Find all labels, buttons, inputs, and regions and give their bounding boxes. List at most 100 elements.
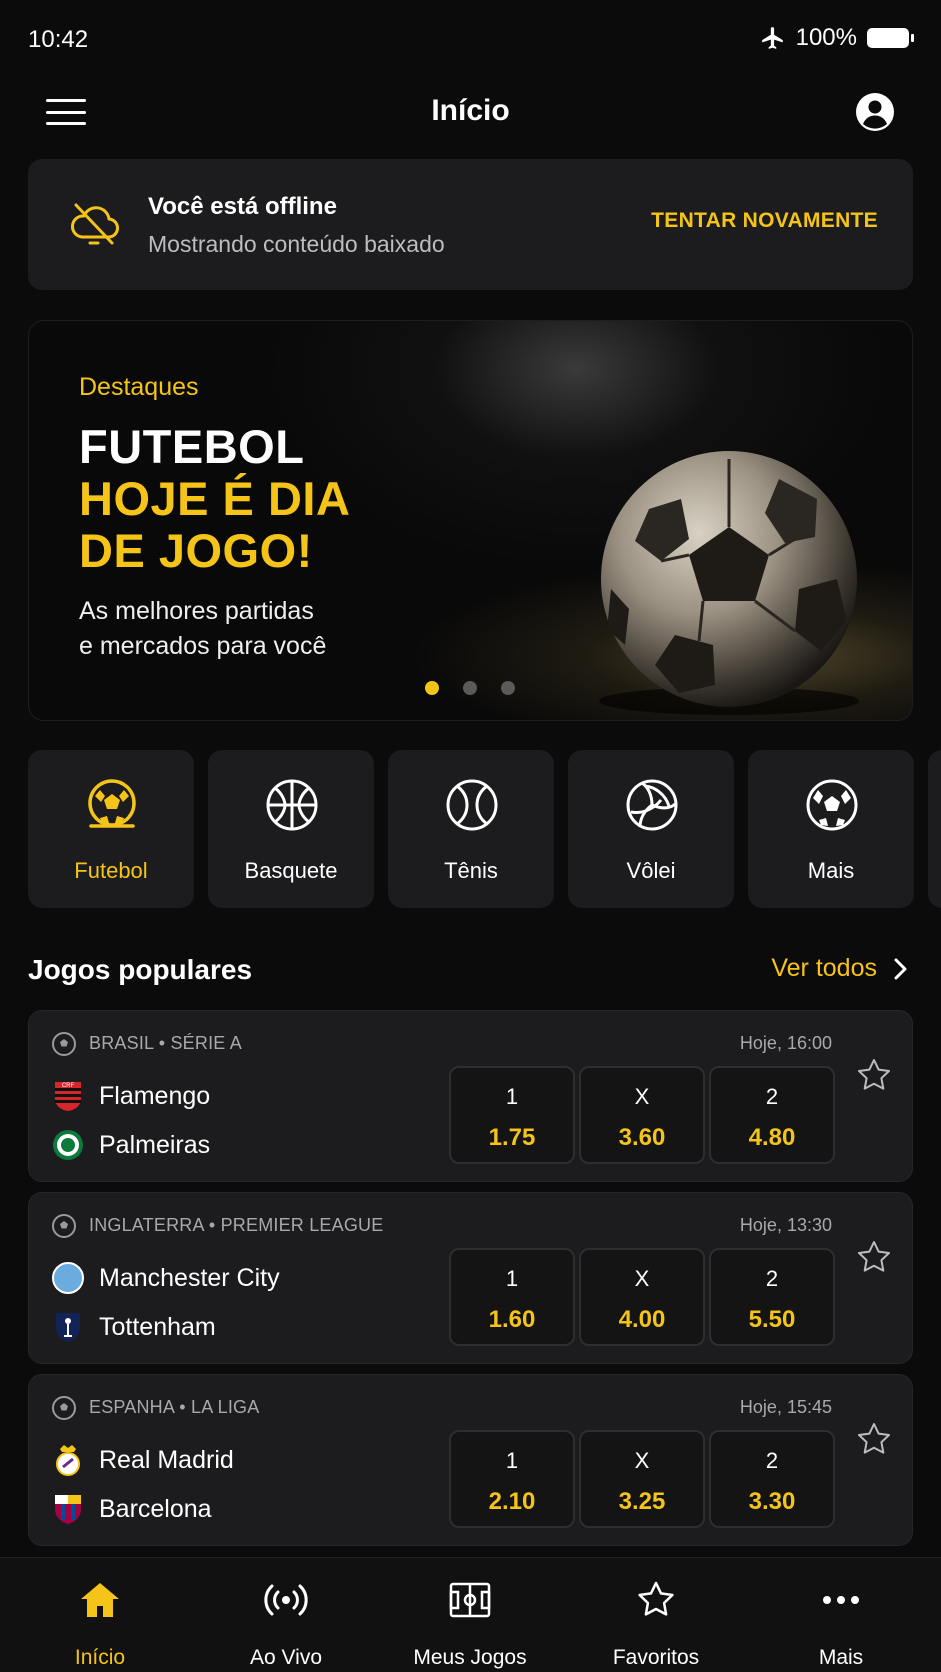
svg-text:CRF: CRF (62, 1083, 75, 1089)
hero-subtitle-line2: e mercados para você (79, 632, 327, 660)
odd-value: 3.30 (748, 1488, 796, 1515)
sport-categories: Futebol Basquete Tênis Vôlei Mais (28, 750, 941, 909)
sport-tenis[interactable]: Tênis (388, 750, 554, 908)
odd-button-away[interactable]: 2 3.30 (709, 1430, 835, 1528)
barcelona-crest-icon (55, 1495, 81, 1524)
manchester-city-crest-icon (52, 1262, 84, 1294)
offline-title: Você está offline (148, 193, 337, 220)
odd-value: 1.75 (488, 1124, 536, 1151)
battery-percent: 100% (795, 24, 857, 51)
sport-volei[interactable]: Vôlei (568, 750, 734, 908)
match-time: Hoje, 13:30 (739, 1215, 832, 1235)
nav-favoritos[interactable]: Favoritos (562, 1558, 750, 1672)
team-name: Tottenham (99, 1312, 216, 1341)
sport-label: Basquete (244, 858, 338, 883)
nav-label: Meus Jogos (413, 1646, 527, 1669)
soccer-league-icon (52, 1214, 76, 1238)
odd-button-away[interactable]: 2 4.80 (709, 1066, 835, 1164)
odd-value: 1.60 (488, 1306, 536, 1333)
team-name: Palmeiras (99, 1130, 211, 1159)
sport-mais[interactable]: Mais (748, 750, 914, 908)
odds-group: 1 2.10 X 3.25 2 3.30 (449, 1430, 835, 1528)
tottenham-crest-icon (56, 1313, 80, 1342)
star-favorite-icon[interactable] (856, 1057, 892, 1093)
sport-label: Mais (807, 858, 855, 883)
match-time: Hoje, 16:00 (739, 1033, 832, 1053)
status-bar: 10:42 100% (0, 0, 941, 80)
profile-icon[interactable] (855, 92, 895, 132)
odd-button-home[interactable]: 1 2.10 (449, 1430, 575, 1528)
nav-meus-jogos[interactable]: Meus Jogos (376, 1558, 564, 1672)
home-team: Manchester City (51, 1261, 280, 1295)
sport-futebol[interactable]: Futebol (28, 750, 194, 908)
status-time: 10:42 (28, 26, 89, 53)
bottom-nav: Início Ao Vivo Meus Jogos Favoritos Mais (0, 1557, 941, 1672)
odd-button-draw[interactable]: X 3.60 (579, 1066, 705, 1164)
hero-title-line3: DE JOGO! (79, 524, 313, 577)
odd-button-home[interactable]: 1 1.75 (449, 1066, 575, 1164)
nav-label: Início (74, 1646, 126, 1669)
away-team: Tottenham (51, 1310, 216, 1344)
carousel-dot[interactable] (425, 681, 439, 695)
match-card[interactable]: ESPANHA • LA LIGA Hoje, 15:45 Real Madri… (28, 1374, 913, 1546)
top-nav: Início (0, 80, 941, 144)
odd-button-draw[interactable]: X 3.25 (579, 1430, 705, 1528)
odd-label: 1 (505, 1084, 519, 1109)
basketball-icon (266, 779, 318, 831)
more-sports-icon (806, 779, 858, 831)
offline-subtitle: Mostrando conteúdo baixado (148, 231, 445, 257)
team-name: Real Madrid (99, 1445, 234, 1474)
odd-value: 3.60 (618, 1124, 666, 1151)
carousel-dots (425, 681, 515, 695)
see-all-link[interactable]: Ver todos (771, 954, 907, 983)
star-favorite-icon[interactable] (856, 1239, 892, 1275)
retry-button[interactable]: TENTAR NOVAMENTE (651, 209, 878, 233)
odd-button-away[interactable]: 2 5.50 (709, 1248, 835, 1346)
carousel-dot[interactable] (463, 681, 477, 695)
match-card[interactable]: BRASIL • SÉRIE A Hoje, 16:00 CRF Flameng… (28, 1010, 913, 1182)
odd-label: 2 (765, 1448, 779, 1473)
sport-basquete[interactable]: Basquete (208, 750, 374, 908)
hero-eyebrow: Destaques (79, 373, 199, 401)
real-madrid-crest-icon (56, 1445, 80, 1476)
nav-inicio[interactable]: Início (6, 1558, 194, 1672)
more-dots-icon (823, 1596, 859, 1604)
odd-button-draw[interactable]: X 4.00 (579, 1248, 705, 1346)
league-name: ESPANHA • LA LIGA (89, 1397, 260, 1417)
offline-banner: Você está offline Mostrando conteúdo bai… (28, 159, 913, 290)
team-name: Manchester City (99, 1263, 280, 1292)
odd-value: 5.50 (748, 1306, 796, 1333)
odd-label: 2 (765, 1084, 779, 1109)
odd-label: X (634, 1084, 650, 1109)
star-favorite-icon[interactable] (856, 1421, 892, 1457)
hero-banner[interactable]: Destaques FUTEBOL HOJE É DIA DE JOGO! As… (28, 320, 913, 721)
nav-ao-vivo[interactable]: Ao Vivo (192, 1558, 380, 1672)
home-team: CRF Flamengo (51, 1079, 210, 1113)
odd-label: X (634, 1448, 650, 1473)
hero-title-line1: FUTEBOL (79, 420, 305, 473)
flamengo-crest-icon: CRF (55, 1082, 81, 1111)
status-indicators: 100% (760, 24, 914, 52)
match-card[interactable]: INGLATERRA • PREMIER LEAGUE Hoje, 13:30 … (28, 1192, 913, 1364)
home-team: Real Madrid (51, 1443, 234, 1477)
volleyball-icon (626, 779, 678, 831)
home-icon (81, 1583, 119, 1617)
team-name: Flamengo (99, 1081, 211, 1110)
nav-label: Mais (818, 1646, 864, 1669)
palmeiras-crest-icon (53, 1130, 83, 1160)
sport-card-peek[interactable] (928, 750, 941, 908)
sport-label: Futebol (74, 858, 148, 883)
soccer-league-icon (52, 1396, 76, 1420)
star-icon (638, 1581, 674, 1616)
nav-mais[interactable]: Mais (747, 1558, 935, 1672)
live-broadcast-icon (264, 1584, 308, 1616)
hero-title-line2: HOJE É DIA (79, 472, 351, 525)
odd-label: X (634, 1266, 650, 1291)
soccer-league-icon (52, 1032, 76, 1056)
popular-games-title: Jogos populares (28, 954, 253, 985)
odd-label: 1 (505, 1448, 519, 1473)
sport-label: Tênis (444, 858, 498, 883)
odd-button-home[interactable]: 1 1.60 (449, 1248, 575, 1346)
see-all-label: Ver todos (771, 954, 877, 982)
carousel-dot[interactable] (501, 681, 515, 695)
